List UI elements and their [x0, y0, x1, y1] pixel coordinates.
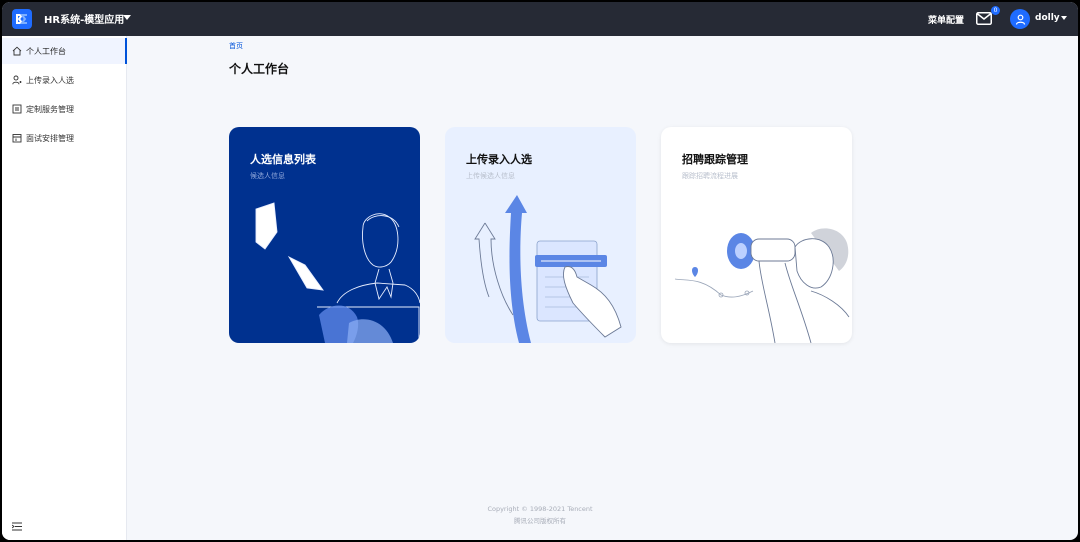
card-recruit-tracking[interactable]: 招聘跟踪管理 跟踪招聘流程进展 — [661, 127, 852, 343]
top-bar: HR系统-模型应用 菜单配置 0 dolly — [2, 2, 1078, 36]
binoculars-illustration — [674, 228, 850, 343]
card-title: 人选信息列表 — [250, 153, 316, 166]
avatar[interactable] — [1010, 9, 1030, 29]
card-subtitle: 上传候选人信息 — [466, 172, 515, 180]
menu-config-link[interactable]: 菜单配置 — [928, 13, 964, 26]
footer-copyright: Copyright © 1998-2021 Tencent — [487, 505, 593, 513]
card-title: 上传录入人选 — [466, 153, 532, 166]
sidebar-item-label: 面试安排管理 — [26, 134, 74, 143]
card-upload-candidates[interactable]: 上传录入人选 上传候选人信息 — [445, 127, 636, 343]
calendar-icon — [12, 134, 22, 143]
notification-badge: 0 — [991, 6, 1000, 15]
mail-icon[interactable] — [976, 12, 992, 25]
person-reading-illustration — [255, 202, 420, 343]
card-candidate-list[interactable]: 人选信息列表 候选人信息 — [229, 127, 420, 343]
sidebar-item-upload[interactable]: 上传录入人选 — [2, 67, 127, 93]
chevron-down-icon[interactable] — [123, 15, 131, 20]
sidebar-item-custom-service[interactable]: 定制服务管理 — [2, 96, 127, 122]
card-title: 招聘跟踪管理 — [682, 153, 748, 166]
sidebar: 个人工作台 上传录入人选 定制服务管理 面试安排管理 — [2, 36, 127, 540]
sidebar-item-workbench[interactable]: 个人工作台 — [2, 38, 127, 64]
document-icon — [12, 104, 22, 114]
sidebar-item-label: 定制服务管理 — [26, 105, 74, 114]
home-icon — [12, 46, 22, 56]
footer-rights: 腾讯公司版权所有 — [514, 517, 566, 525]
sidebar-item-label: 个人工作台 — [26, 47, 66, 56]
chevron-down-icon[interactable] — [1061, 16, 1067, 20]
username[interactable]: dolly — [1035, 13, 1060, 23]
user-add-icon — [12, 75, 22, 85]
card-subtitle: 候选人信息 — [250, 172, 285, 180]
app-title[interactable]: HR系统-模型应用 — [44, 11, 124, 26]
app-window: HR系统-模型应用 菜单配置 0 dolly 个人工作台 上传录入人选 定制服务… — [2, 2, 1078, 540]
page-title: 个人工作台 — [229, 62, 290, 76]
upload-arrows-illustration — [474, 195, 622, 343]
breadcrumb[interactable]: 首页 — [229, 41, 243, 51]
sidebar-item-label: 上传录入人选 — [26, 76, 74, 85]
card-subtitle: 跟踪招聘流程进展 — [682, 172, 738, 180]
logo-icon — [12, 9, 32, 29]
user-icon — [1015, 14, 1025, 25]
sidebar-item-interview[interactable]: 面试安排管理 — [2, 125, 127, 151]
